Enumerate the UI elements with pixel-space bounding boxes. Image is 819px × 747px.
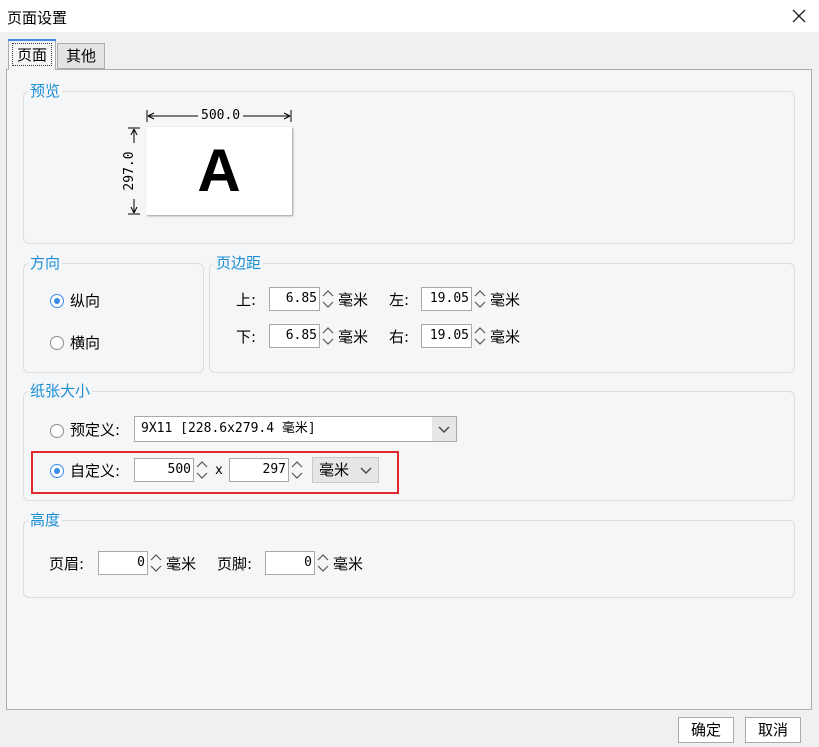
landscape-label: 横向	[70, 334, 101, 352]
margin-top-label: 上:	[236, 291, 257, 309]
custom-unit-value: 毫米	[319, 461, 350, 479]
height-group-label: 高度	[28, 511, 63, 529]
height-dimension: 297.0	[122, 127, 142, 215]
predefined-paper-value: 9X11 [228.6x279.4 毫米]	[141, 421, 316, 436]
footer-stepper[interactable]	[315, 551, 331, 575]
unit-dropdown-button[interactable]	[354, 458, 378, 482]
preview-group-label: 预览	[28, 82, 63, 100]
close-icon	[792, 9, 806, 23]
footer-value: 0	[304, 555, 312, 570]
cancel-button[interactable]: 取消	[745, 717, 801, 743]
margin-bottom-stepper[interactable]	[320, 324, 336, 348]
custom-height-input[interactable]: 297	[229, 458, 289, 482]
margin-top-stepper[interactable]	[320, 287, 336, 311]
ok-button[interactable]: 确定	[678, 717, 734, 743]
custom-radio[interactable]	[50, 464, 64, 478]
margins-group: 页边距	[209, 254, 795, 373]
margin-right-input[interactable]: 19.05	[421, 324, 472, 348]
tab-page[interactable]: 页面	[8, 39, 56, 70]
header-label: 页眉:	[49, 555, 85, 573]
margins-group-label: 页边距	[214, 254, 264, 272]
spinner-arrows-icon	[291, 461, 303, 479]
margin-right-value: 19.05	[429, 328, 469, 343]
margin-left-unit: 毫米	[490, 291, 521, 309]
custom-width-value: 500	[167, 462, 191, 477]
window-title: 页面设置	[7, 9, 68, 27]
footer-label: 页脚:	[217, 555, 253, 573]
header-unit: 毫米	[166, 555, 197, 573]
footer-unit: 毫米	[333, 555, 364, 573]
spinner-arrows-icon	[150, 554, 162, 572]
spinner-arrows-icon	[322, 290, 334, 308]
spinner-arrows-icon	[474, 327, 486, 345]
preview-width-text: 500.0	[198, 108, 244, 124]
margin-right-label: 右:	[389, 328, 410, 346]
landscape-radio[interactable]	[50, 336, 64, 350]
margin-bottom-value: 6.85	[285, 328, 317, 343]
margin-left-label: 左:	[389, 291, 410, 309]
paper-size-group-label: 纸张大小	[28, 382, 93, 400]
custom-label: 自定义:	[70, 462, 121, 480]
spinner-arrows-icon	[322, 327, 334, 345]
margin-left-value: 19.05	[429, 291, 469, 306]
margin-right-stepper[interactable]	[472, 324, 488, 348]
times-sign: x	[215, 463, 223, 478]
margin-bottom-label: 下:	[236, 328, 257, 346]
header-value: 0	[137, 555, 145, 570]
orientation-group-label: 方向	[28, 254, 63, 272]
custom-height-stepper[interactable]	[289, 458, 305, 482]
margin-bottom-unit: 毫米	[338, 328, 369, 346]
footer-input[interactable]: 0	[265, 551, 315, 575]
margin-bottom-input[interactable]: 6.85	[269, 324, 320, 348]
page-preview: A	[146, 127, 292, 215]
header-input[interactable]: 0	[98, 551, 148, 575]
width-dimension: 500.0	[146, 108, 292, 124]
margin-left-stepper[interactable]	[472, 287, 488, 311]
spinner-arrows-icon	[196, 461, 208, 479]
chevron-down-icon	[360, 467, 372, 474]
dropdown-button[interactable]	[432, 417, 456, 441]
portrait-label: 纵向	[70, 292, 101, 310]
tab-label: 页面	[12, 43, 52, 66]
margin-top-value: 6.85	[285, 291, 317, 306]
predefined-label: 预定义:	[70, 421, 121, 439]
predefined-radio[interactable]	[50, 424, 64, 438]
preview-height-text: 297.0	[122, 143, 138, 199]
close-button[interactable]	[787, 4, 811, 28]
margin-right-unit: 毫米	[490, 328, 521, 346]
spinner-arrows-icon	[317, 554, 329, 572]
custom-unit-select[interactable]: 毫米	[312, 457, 379, 483]
custom-height-value: 297	[262, 462, 286, 477]
orientation-group: 方向	[23, 254, 204, 373]
margin-top-unit: 毫米	[338, 291, 369, 309]
title-bar: 页面设置	[0, 0, 819, 32]
margin-top-input[interactable]: 6.85	[269, 287, 320, 311]
tab-other[interactable]: 其他	[57, 43, 105, 69]
custom-width-input[interactable]: 500	[134, 458, 194, 482]
custom-width-stepper[interactable]	[194, 458, 210, 482]
chevron-down-icon	[438, 426, 450, 433]
header-stepper[interactable]	[148, 551, 164, 575]
predefined-paper-select[interactable]: 9X11 [228.6x279.4 毫米]	[134, 416, 457, 442]
preview-sample-letter: A	[197, 137, 241, 204]
spinner-arrows-icon	[474, 290, 486, 308]
portrait-radio[interactable]	[50, 294, 64, 308]
margin-left-input[interactable]: 19.05	[421, 287, 472, 311]
